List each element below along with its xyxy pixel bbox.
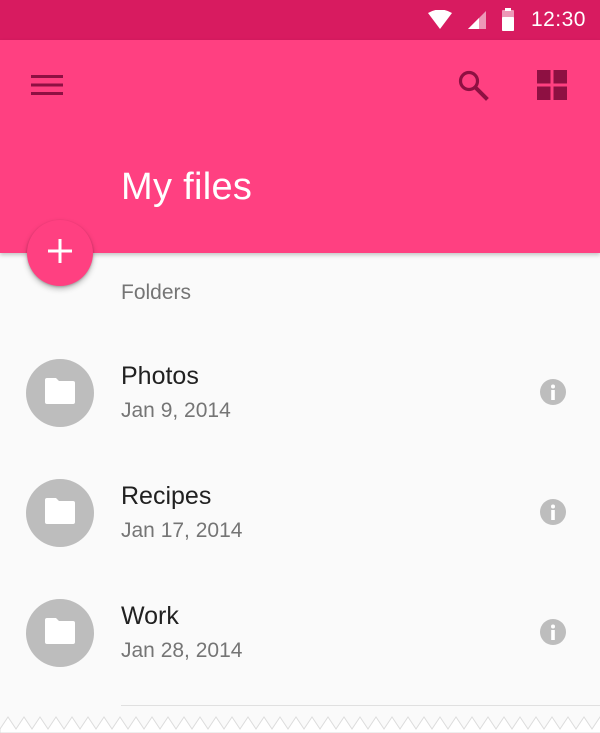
folder-icon [43,617,77,650]
folder-avatar [26,479,94,547]
folder-name: Photos [121,362,199,390]
info-button[interactable] [536,497,570,531]
grid-view-icon [537,69,567,105]
list-divider [121,705,600,706]
torn-edge [0,716,600,733]
content-area: Folders Photos Jan 9, 2014 Recipes Jan 1… [0,253,600,733]
folder-date: Jan 17, 2014 [121,519,243,542]
folder-avatar [26,599,94,667]
info-icon [539,618,567,651]
list-item[interactable]: Photos Jan 9, 2014 [0,333,600,453]
menu-button[interactable] [23,63,71,111]
grid-view-button[interactable] [528,63,576,111]
folder-name: Recipes [121,482,212,510]
cell-signal-icon [467,10,487,30]
folder-date: Jan 9, 2014 [121,399,231,422]
status-time: 12:30 [530,8,586,31]
info-icon [539,378,567,411]
folder-icon [43,497,77,530]
battery-icon [501,8,515,32]
status-bar: 12:30 [0,0,600,40]
folder-name: Work [121,602,179,630]
folder-avatar [26,359,94,427]
folder-date: Jan 28, 2014 [121,639,243,662]
folder-list: Photos Jan 9, 2014 Recipes Jan 17, 2014 … [0,333,600,693]
list-item[interactable]: Work Jan 28, 2014 [0,573,600,693]
add-button[interactable] [27,220,93,286]
page-title: My files [121,166,253,208]
info-button[interactable] [536,377,570,411]
list-item[interactable]: Recipes Jan 17, 2014 [0,453,600,573]
search-button[interactable] [449,63,497,111]
info-icon [539,498,567,531]
folder-icon [43,377,77,410]
search-icon [457,69,489,106]
status-icons: 12:30 [427,0,586,40]
app-bar: My files [0,40,600,253]
info-button[interactable] [536,617,570,651]
menu-icon [31,74,63,101]
wifi-icon [427,10,453,30]
add-icon [47,238,73,269]
folders-subheader: Folders [121,281,192,304]
